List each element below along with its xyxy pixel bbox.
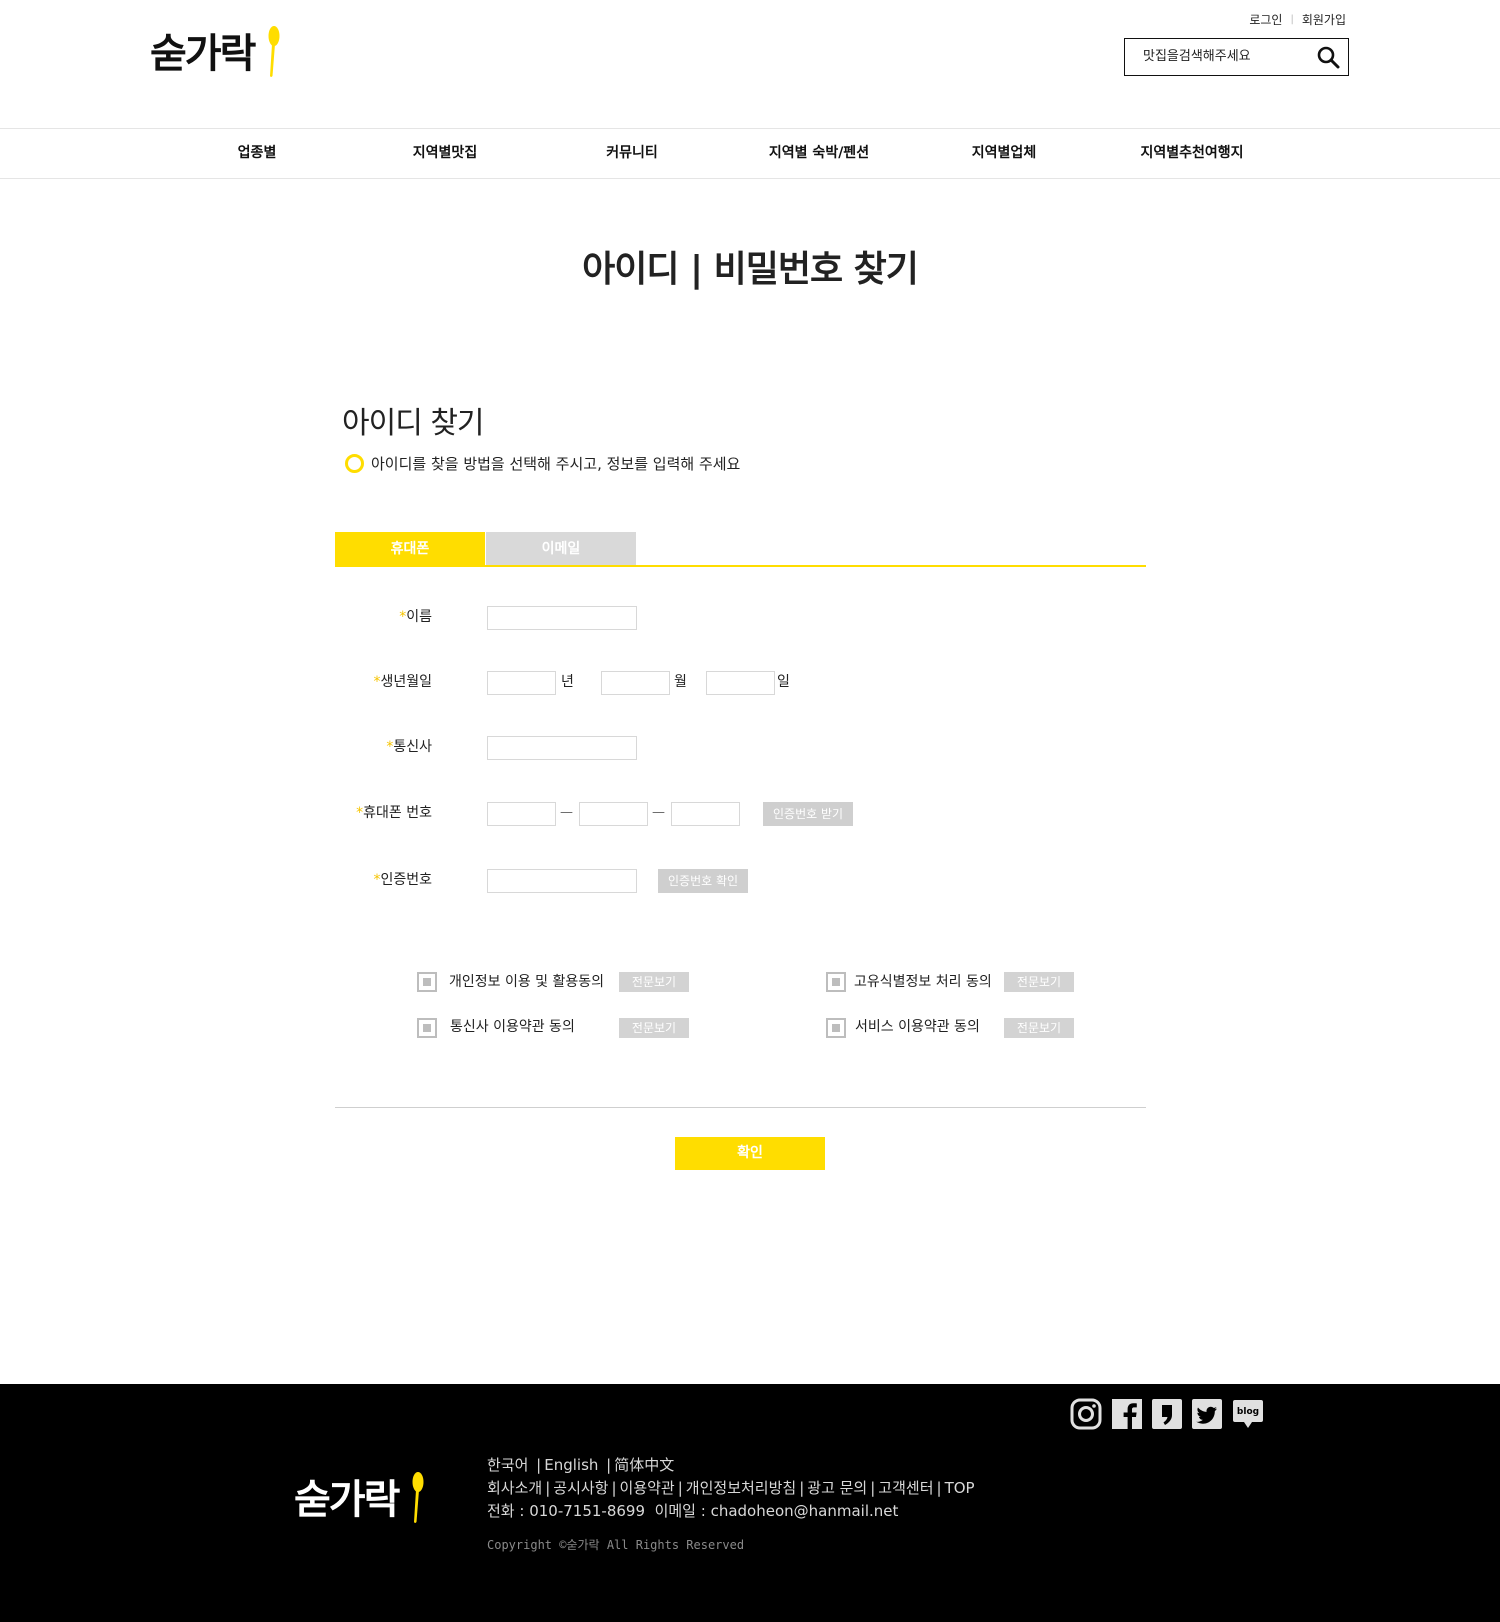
signup-link[interactable]: 회원가입 (1302, 11, 1346, 28)
main-nav: 업종별 지역별맛집 커뮤니티 지역별 숙박/펜션 지역별업체 지역별추천여행지 (0, 128, 1500, 179)
footer-links: 회사소개 | 공시사항 | 이용약관 | 개인정보처리방침 | 광고 문의 | 고객센터 | TOP (487, 1479, 975, 1497)
divider (335, 1107, 1146, 1108)
copyright: Copyright ©숟가락 All Rights Reserved (487, 1538, 745, 1552)
footer-logo[interactable]: 숟가락 (294, 1472, 424, 1526)
search-input[interactable] (1143, 39, 1313, 74)
tab-underline (335, 565, 1146, 567)
phone-dash: — (560, 805, 573, 820)
code-label-text: 인증번호 (380, 872, 432, 888)
nav-item-regional-restaurants[interactable]: 지역별맛집 (413, 129, 477, 178)
agree-service-label: 서비스 이용약관 동의 (855, 1019, 980, 1035)
birth-year-input[interactable] (487, 671, 556, 695)
phone-part2-input[interactable] (579, 802, 648, 826)
lang-korean[interactable]: 한국어 (487, 1456, 528, 1474)
logo-text: 숟가락 (150, 31, 256, 77)
search-icon[interactable] (1316, 45, 1340, 69)
footer-logo-text: 숟가락 (294, 1477, 400, 1523)
birth-month-input[interactable] (601, 671, 670, 695)
birth-day-input[interactable] (706, 671, 775, 695)
footer-contact: 전화 : 010-7151-8699 이메일 : chadoheon@hanma… (487, 1500, 975, 1523)
login-link[interactable]: 로그인 (1249, 11, 1282, 28)
footer-link-support[interactable]: 고객센터 (878, 1479, 933, 1497)
top-links: 로그인 | 회원가입 (1249, 11, 1346, 28)
search-box (1124, 38, 1349, 76)
language-links: 한국어 | English | 简体中文 (487, 1456, 675, 1474)
nav-item-travel-spots[interactable]: 지역별추천여행지 (1140, 129, 1243, 178)
tab-phone[interactable]: 휴대폰 (335, 532, 485, 567)
birth-year-unit: 년 (561, 674, 574, 690)
agree-carrier-checkbox[interactable] (417, 1018, 437, 1038)
carrier-input[interactable] (487, 736, 637, 760)
footer-link-about[interactable]: 회사소개 (487, 1479, 542, 1497)
phone-part1-input[interactable] (487, 802, 556, 826)
email-address: chadoheon@hanmail.net (710, 1502, 899, 1520)
lang-chinese[interactable]: 简体中文 (614, 1456, 674, 1474)
view-carrier-button[interactable]: 전문보기 (619, 1018, 689, 1038)
view-unique-id-button[interactable]: 전문보기 (1004, 972, 1074, 992)
logo[interactable]: 숟가락 (150, 26, 280, 80)
agree-unique-id-checkbox[interactable] (826, 972, 846, 992)
agree-unique-id-label: 고유식별정보 처리 동의 (854, 974, 992, 990)
nav-item-category[interactable]: 업종별 (238, 129, 277, 178)
tab-email[interactable]: 이메일 (486, 532, 636, 567)
circle-bullet-icon (345, 454, 364, 473)
request-code-button[interactable]: 인증번호 받기 (763, 802, 854, 826)
notice-text: 아이디를 찾을 방법을 선택해 주시고, 정보를 입력해 주세요 (371, 455, 741, 473)
page-title: 아이디 | 비밀번호 찾기 (582, 249, 919, 290)
name-label-text: 이름 (406, 609, 432, 625)
facebook-icon[interactable] (1111, 1398, 1143, 1430)
agree-privacy-label: 개인정보 이용 및 활용동의 (449, 974, 605, 990)
spoon-icon (412, 1472, 424, 1523)
phone-dash: — (652, 805, 665, 820)
footer-info: 한국어 | English | 简体中文 회사소개 | 공시사항 | 이용약관 | 개인정보처리… (487, 1454, 975, 1523)
footer-link-privacy[interactable]: 개인정보처리방침 (686, 1479, 796, 1497)
section-title: 아이디 찾기 (342, 406, 485, 441)
footer-link-terms[interactable]: 이용약관 (620, 1479, 675, 1497)
phone-label-text: 휴대폰 번호 (363, 805, 432, 821)
verify-code-button[interactable]: 인증번호 확인 (658, 869, 749, 893)
blog-icon-text: blog (1237, 1407, 1259, 1417)
link-separator: | (1290, 14, 1294, 25)
code-input[interactable] (487, 869, 637, 893)
lang-english[interactable]: English (544, 1456, 598, 1474)
nav-item-community[interactable]: 커뮤니티 (606, 129, 658, 178)
footer-link-top[interactable]: TOP (945, 1479, 975, 1497)
confirm-button[interactable]: 확인 (675, 1137, 825, 1170)
email-label: 이메일 : (654, 1502, 706, 1520)
phone-part3-input[interactable] (671, 802, 740, 826)
carrier-label-text: 통신사 (393, 739, 432, 755)
agree-carrier-label: 통신사 이용약관 동의 (450, 1019, 575, 1035)
footer: blog 숟가락 한국어 | English | 简体中文 회사소개 | 공시사항 | 이용… (0, 1384, 1500, 1622)
birth-label: *생년월일 (373, 670, 432, 694)
twitter-icon[interactable] (1191, 1398, 1223, 1430)
agree-privacy-checkbox[interactable] (417, 972, 437, 992)
phone-label: *휴대폰 번호 (356, 801, 432, 825)
spoon-icon (268, 26, 280, 77)
footer-link-ads[interactable]: 광고 문의 (807, 1479, 867, 1497)
blog-icon[interactable]: blog (1232, 1398, 1264, 1430)
birth-month-unit: 월 (674, 674, 687, 690)
birth-label-text: 생년월일 (380, 674, 432, 690)
carrier-label: *통신사 (386, 735, 432, 759)
agree-service-checkbox[interactable] (826, 1018, 846, 1038)
nav-item-lodging[interactable]: 지역별 숙박/펜션 (769, 129, 869, 178)
name-input[interactable] (487, 606, 637, 630)
view-service-button[interactable]: 전문보기 (1004, 1018, 1074, 1038)
phone-number: 010-7151-8699 (529, 1502, 646, 1520)
name-label: *이름 (399, 605, 432, 629)
nav-item-regional-businesses[interactable]: 지역별업체 (972, 129, 1036, 178)
footer-link-notice[interactable]: 공시사항 (553, 1479, 608, 1497)
birth-day-unit: 일 (777, 674, 790, 690)
code-label: *인증번호 (373, 868, 432, 892)
view-privacy-button[interactable]: 전문보기 (619, 972, 689, 992)
kakao-story-icon[interactable] (1151, 1398, 1183, 1430)
phone-label: 전화 : (487, 1502, 525, 1520)
instagram-icon[interactable] (1070, 1398, 1102, 1430)
